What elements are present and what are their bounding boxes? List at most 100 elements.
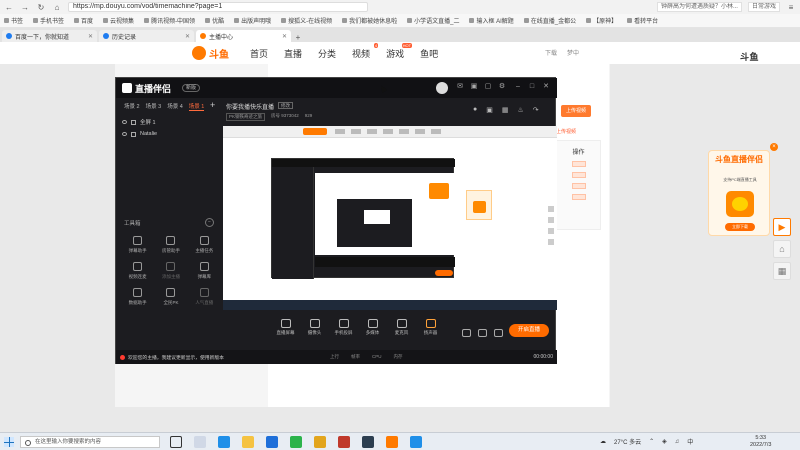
- menu-icon[interactable]: ≡: [786, 2, 796, 12]
- bookmark-item[interactable]: 手机书签: [33, 16, 64, 25]
- tab-baidu[interactable]: 百度一下，你就知道 ✕: [2, 30, 97, 42]
- address-bar[interactable]: https://mp.douyu.com/vod/timemachine?pag…: [68, 2, 368, 12]
- tab-scene-2[interactable]: 场景 2: [124, 102, 140, 111]
- nav-fishbar[interactable]: 鱼吧: [420, 47, 438, 60]
- minimize-icon[interactable]: –: [514, 83, 522, 91]
- tab-streamer-center[interactable]: 主播中心 ✕: [196, 30, 291, 42]
- file-explorer-icon[interactable]: [242, 436, 254, 448]
- room-category[interactable]: PK钢铁奇迹之旅: [226, 113, 266, 121]
- share-icon[interactable]: ↷: [533, 106, 539, 114]
- status-message[interactable]: 欢迎您的主播，我建议更新显示，使用新版本: [128, 354, 278, 361]
- tab-history[interactable]: 历史记录 ✕: [99, 30, 194, 42]
- tool-danmaku-library[interactable]: 弹幕库: [188, 262, 221, 280]
- control-camera[interactable]: 摄像头: [300, 319, 329, 336]
- nav-game[interactable]: 游戏 HOT: [386, 43, 413, 60]
- tool-video-link[interactable]: 视频连麦: [121, 262, 154, 280]
- nav-live[interactable]: 直播: [284, 47, 302, 60]
- op-tag[interactable]: [571, 161, 586, 167]
- lock-icon[interactable]: [131, 119, 136, 125]
- download-link[interactable]: 下载: [545, 48, 557, 57]
- tool-add-streamer[interactable]: 添加主播: [154, 262, 187, 280]
- new-tab-icon[interactable]: +: [293, 32, 303, 42]
- preview-eye-icon[interactable]: [478, 329, 487, 337]
- ime-indicator[interactable]: 中: [687, 437, 693, 446]
- bookmark-item[interactable]: 书签: [4, 16, 23, 25]
- weather-icon[interactable]: ☁: [600, 438, 606, 445]
- refresh-icon[interactable]: ↻: [36, 2, 46, 12]
- search-preview[interactable]: 钟薛高为何遭遇质疑？小林...: [656, 2, 742, 12]
- douyu-logo[interactable]: 斗鱼: [192, 45, 229, 61]
- source-item[interactable]: 全屏 1: [122, 116, 218, 128]
- bookmark-item[interactable]: 百度: [74, 16, 93, 25]
- close-icon[interactable]: ✕: [282, 33, 287, 40]
- tool-popular-live[interactable]: 人气直播: [188, 288, 221, 306]
- avatar[interactable]: [436, 82, 448, 94]
- bookmark-item[interactable]: 【原神】: [586, 16, 617, 25]
- app-red-icon[interactable]: [338, 436, 350, 448]
- source-item[interactable]: Natalie: [122, 128, 218, 140]
- app-yellow-icon[interactable]: [314, 436, 326, 448]
- close-icon[interactable]: ✕: [88, 33, 93, 40]
- user-link[interactable]: 梦中: [567, 48, 579, 57]
- control-phone-cast[interactable]: 手机投屏: [329, 319, 358, 336]
- browser-icon[interactable]: [266, 436, 278, 448]
- taskbar-search-input[interactable]: 在这里输入你要搜索的内容: [20, 436, 160, 448]
- forward-icon[interactable]: →: [20, 2, 30, 12]
- settings-icon[interactable]: ⚙: [498, 83, 506, 91]
- play-icon[interactable]: ▶: [773, 218, 791, 236]
- wechat-icon[interactable]: [290, 436, 302, 448]
- home-float-icon[interactable]: ⌂: [773, 240, 791, 258]
- bookmark-item[interactable]: 云视频集: [103, 16, 134, 25]
- gift-icon[interactable]: ▣: [470, 83, 478, 91]
- tool-data-helper[interactable]: 数据助手: [121, 288, 154, 306]
- control-media[interactable]: 多媒体: [358, 319, 387, 336]
- tab-scene-1[interactable]: 场景 1: [188, 102, 205, 111]
- gear-icon[interactable]: [494, 329, 503, 337]
- widgets-icon[interactable]: [194, 436, 206, 448]
- volume-icon[interactable]: ♫: [675, 439, 680, 445]
- extension-box[interactable]: 日常游戏: [747, 2, 780, 12]
- bookmark-item[interactable]: 输入框 AI解题: [469, 16, 514, 25]
- bookmark-item[interactable]: 腾讯视频-中国领: [144, 16, 195, 25]
- back-icon[interactable]: ←: [4, 2, 14, 12]
- tab-scene-3[interactable]: 场景 3: [146, 102, 162, 111]
- record-video-icon[interactable]: [462, 329, 471, 337]
- taskbar-clock[interactable]: 5:33 2022/7/3: [750, 435, 771, 449]
- tab-scene-4[interactable]: 场景 4: [167, 102, 183, 111]
- bookmark-item[interactable]: 看转平台: [627, 16, 658, 25]
- control-screen-capture[interactable]: 直播屏幕: [271, 319, 300, 336]
- app-blue-icon[interactable]: [410, 436, 422, 448]
- layout-icon[interactable]: ▦: [502, 106, 509, 114]
- upload-link[interactable]: 上传视频: [556, 128, 576, 135]
- promo-ad-card[interactable]: 斗鱼直播伴侣 支持PC端直播工具 立即下载: [708, 150, 770, 236]
- tray-arrow-icon[interactable]: ⌃: [649, 438, 654, 445]
- tool-room-admin[interactable]: 房管助手: [154, 236, 187, 254]
- apps-float-icon[interactable]: ▦: [773, 262, 791, 280]
- weather-text[interactable]: 27°C 多云: [614, 437, 641, 446]
- home-icon[interactable]: ⌂: [52, 2, 62, 12]
- control-microphone[interactable]: 麦克风: [387, 319, 416, 336]
- windows-start-icon[interactable]: [4, 437, 14, 447]
- op-tag[interactable]: [571, 172, 586, 178]
- upload-video-button[interactable]: 上传视频: [561, 105, 591, 117]
- add-scene-icon[interactable]: +: [210, 100, 215, 110]
- tool-streamer-tasks[interactable]: 主播任务: [188, 236, 221, 254]
- bookmark-item[interactable]: 搜狐义-在线视频: [281, 16, 332, 25]
- op-tag[interactable]: [571, 183, 586, 189]
- toolbox-toggle-icon[interactable]: −: [205, 218, 214, 227]
- tool-pk[interactable]: 全民PK: [154, 288, 187, 306]
- douyu-companion-icon[interactable]: [386, 436, 398, 448]
- bookmark-item[interactable]: 小学语文直播_二: [407, 16, 459, 25]
- ad-download-button[interactable]: 立即下载: [725, 223, 755, 231]
- nav-home[interactable]: 首页: [250, 47, 268, 60]
- close-icon[interactable]: ✕: [542, 83, 550, 91]
- lock-icon[interactable]: ▣: [486, 106, 493, 114]
- tool-danmaku-helper[interactable]: 弹幕助手: [121, 236, 154, 254]
- lock-icon[interactable]: [131, 131, 136, 137]
- stream-preview[interactable]: [223, 126, 557, 310]
- bookmark-item[interactable]: 在线直播_金都公: [523, 16, 576, 25]
- steam-icon[interactable]: [362, 436, 374, 448]
- bookmark-item[interactable]: 出版声明哦: [234, 16, 271, 25]
- task-view-icon[interactable]: [170, 436, 182, 448]
- eye-icon[interactable]: [122, 120, 127, 124]
